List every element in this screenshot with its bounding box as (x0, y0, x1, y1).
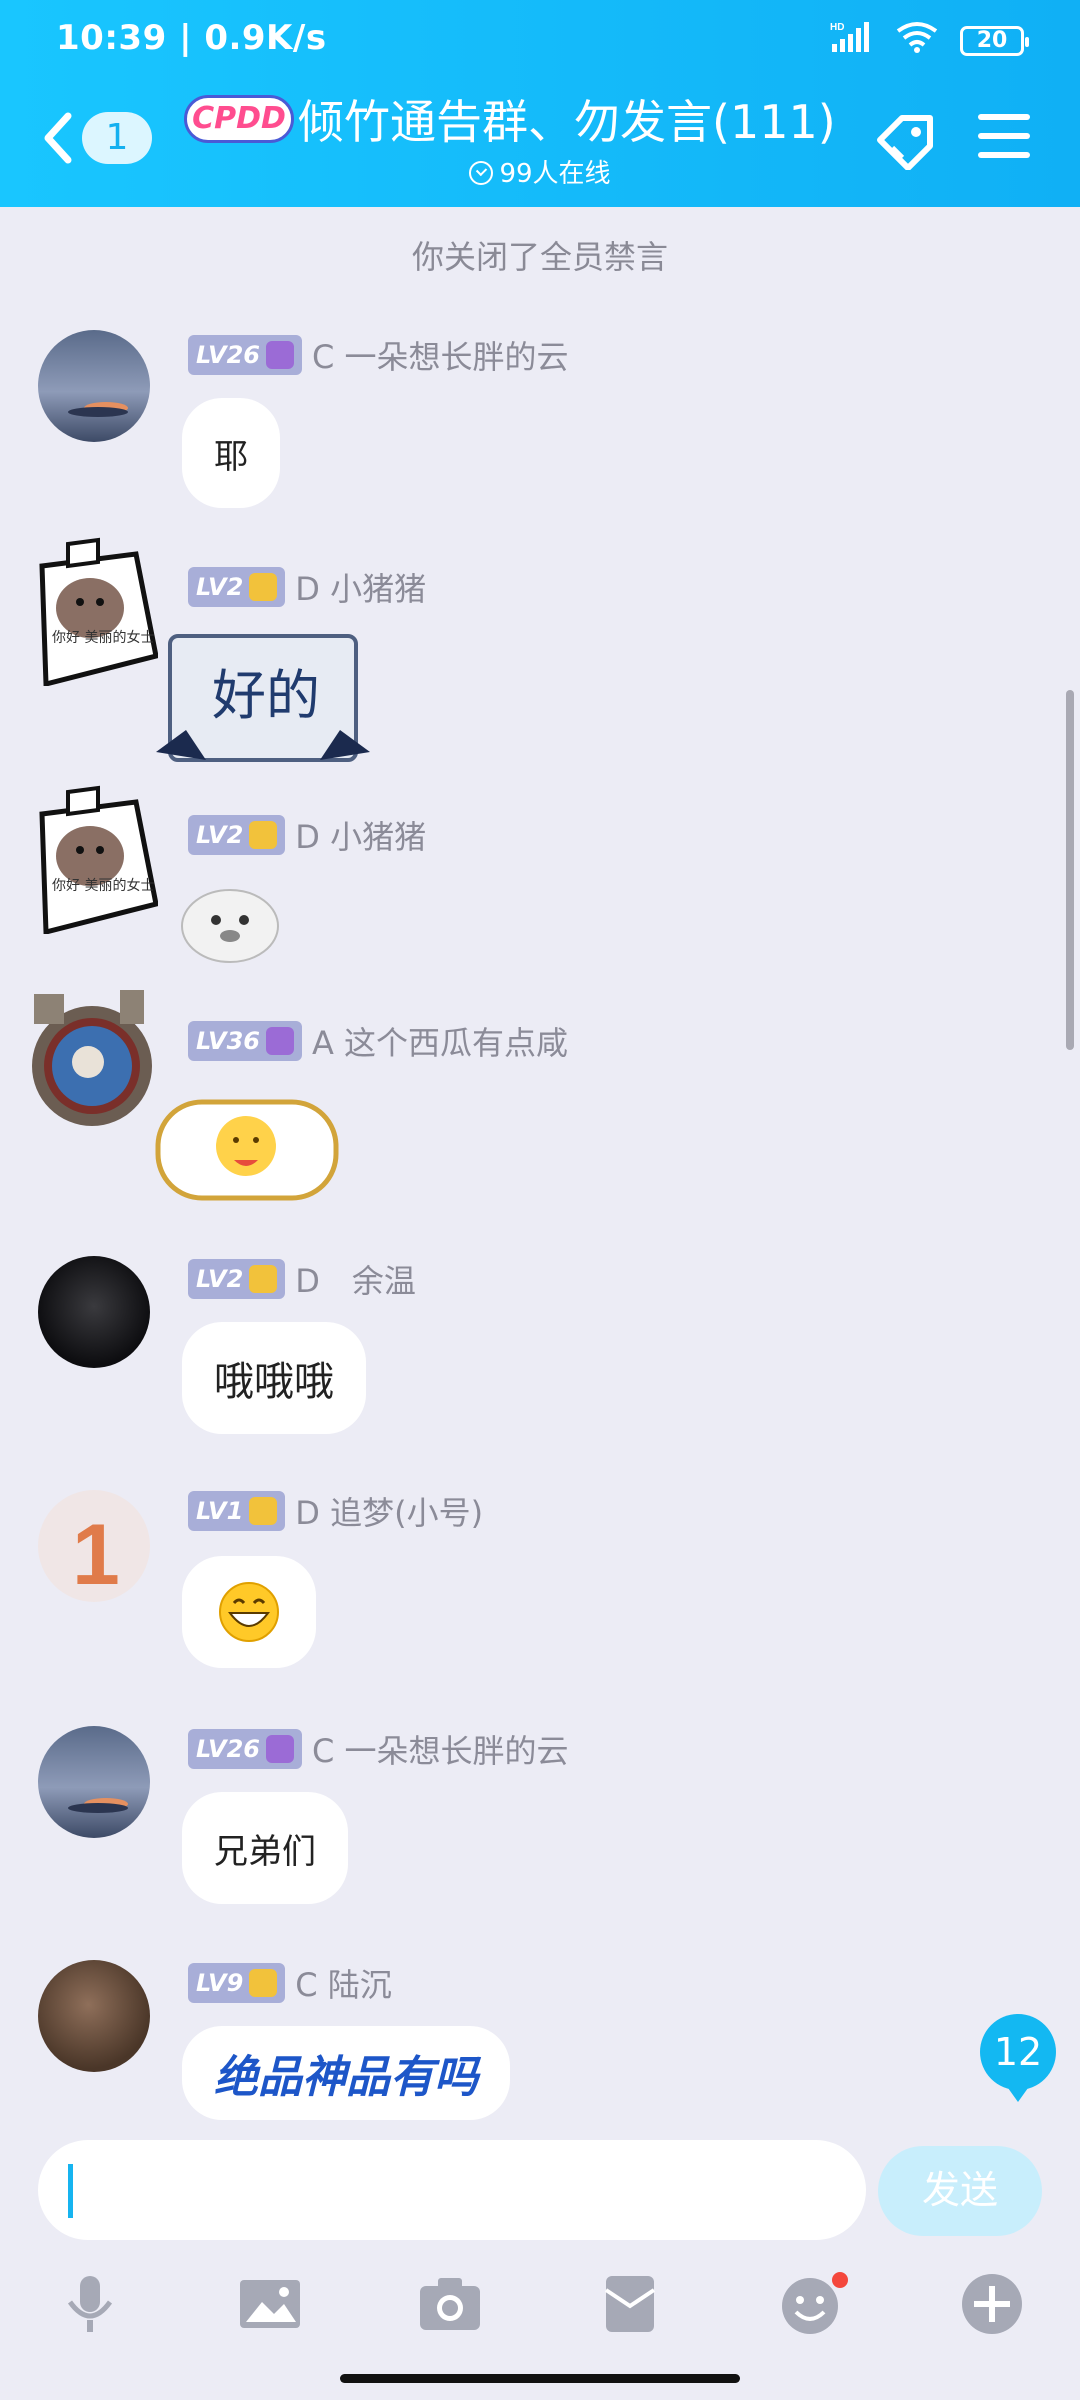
wifi-icon (896, 21, 938, 60)
sender-name[interactable]: C 一朵想长胖的云 (312, 332, 569, 378)
system-notice: 你关闭了全员禁言 (411, 238, 668, 276)
rank-icon (265, 1027, 294, 1055)
rank-icon (265, 1735, 294, 1763)
new-messages-badge[interactable]: 12 (980, 2014, 1056, 2102)
avatar[interactable] (38, 1726, 150, 1838)
sender-meta: LV1 D 追梦(小号) (188, 1490, 483, 1532)
signal-icon: HD (830, 20, 874, 61)
level-badge: LV2 (188, 815, 286, 855)
emoji-bubble[interactable] (150, 1082, 344, 1210)
grin-emoji-icon (219, 1582, 279, 1642)
message-bubble[interactable]: 耶 (182, 398, 280, 508)
online-count-label: 99人在线 (499, 159, 611, 189)
sender-meta: LV2 D 余温 (188, 1258, 416, 1300)
level-badge: LV2 (188, 1259, 286, 1299)
avatar[interactable] (38, 1256, 150, 1368)
avatar[interactable] (38, 330, 150, 442)
network-label: HD (830, 22, 844, 33)
message-bubble[interactable]: 兄弟们 (182, 1792, 348, 1904)
sender-meta: LV2 D 小猪猪 (188, 566, 426, 608)
level-badge: LV9 (188, 1963, 286, 2003)
battery-icon: 20 (960, 25, 1029, 56)
sender-meta: LV36 A 这个西瓜有点咸 (188, 1020, 568, 1062)
status-icons: HD 20 (830, 20, 1029, 61)
sender-meta: LV9 C 陆沉 (188, 1962, 392, 2004)
avatar-caption: 你好 美丽的女士 (52, 877, 154, 894)
menu-icon[interactable] (976, 110, 1032, 166)
sender-name[interactable]: D 追梦(小号) (295, 1488, 483, 1534)
sticker-text: 好的 (212, 664, 320, 727)
sender-meta: LV26 C 一朵想长胖的云 (188, 1728, 569, 1770)
image-icon[interactable] (238, 2272, 302, 2336)
flower-icon (249, 573, 278, 601)
avatar[interactable] (24, 984, 160, 1140)
sender-name[interactable]: A 这个西瓜有点咸 (312, 1018, 568, 1064)
svg-text:1: 1 (72, 1507, 120, 1602)
sticker-bear[interactable] (176, 880, 284, 966)
level-badge: LV36 (188, 1021, 302, 1061)
flower-icon (249, 1497, 278, 1525)
text-caret (68, 2164, 73, 2218)
level-badge: LV1 (188, 1491, 286, 1531)
sender-meta: LV2 D 小猪猪 (188, 814, 426, 856)
sender-name[interactable]: D 小猪猪 (295, 564, 426, 610)
send-button[interactable]: 发送 (878, 2146, 1042, 2236)
sender-name[interactable]: C 一朵想长胖的云 (312, 1726, 569, 1772)
input-toolbar (0, 2258, 1080, 2358)
status-time: 10:39 | 0.9K/s (56, 18, 327, 58)
message-bubble[interactable] (182, 1556, 316, 1668)
avatar[interactable]: 你好 美丽的女士 (28, 784, 159, 936)
rank-icon (265, 341, 294, 369)
emoji-icon[interactable] (778, 2272, 848, 2336)
red-packet-icon[interactable] (598, 2272, 662, 2336)
link-tag-icon[interactable] (872, 110, 938, 174)
group-title[interactable]: 倾竹通告群、勿发言(111) (298, 86, 836, 152)
sender-name[interactable]: D 小猪猪 (295, 812, 426, 858)
flower-icon (249, 821, 278, 849)
camera-icon[interactable] (418, 2272, 482, 2336)
sender-name[interactable]: C 陆沉 (295, 1960, 392, 2006)
level-badge: LV2 (188, 567, 286, 607)
sender-name[interactable]: D 余温 (295, 1256, 416, 1302)
compose-bar: 发送 (0, 2140, 1080, 2250)
plus-icon[interactable] (960, 2272, 1024, 2336)
avatar[interactable]: 你好 美丽的女士 (28, 536, 159, 688)
sender-meta: LV26 C 一朵想长胖的云 (188, 334, 569, 376)
message-bubble[interactable]: 哦哦哦 (182, 1322, 366, 1434)
message-input[interactable] (38, 2140, 866, 2240)
level-badge: LV26 (188, 1729, 302, 1769)
level-badge: LV26 (188, 335, 302, 375)
scrollbar[interactable] (1066, 690, 1074, 1050)
chat-header: 10:39 | 0.9K/s HD 20 1 CPDD 倾竹通告群、勿发言(11… (0, 0, 1080, 207)
flower-icon (249, 1969, 278, 1997)
message-bubble[interactable]: 绝品神品有吗 (182, 2026, 510, 2120)
avatar[interactable] (38, 1960, 150, 2072)
cpdd-logo: CPDD (184, 95, 294, 143)
online-check-icon (469, 161, 494, 185)
battery-level: 20 (976, 28, 1008, 53)
microphone-icon[interactable] (58, 2272, 122, 2336)
avatar[interactable]: 1 (38, 1490, 150, 1602)
sticker-ok[interactable]: 好的 (156, 622, 370, 774)
flower-icon (249, 1265, 278, 1293)
avatar-caption: 你好 美丽的女士 (52, 629, 154, 646)
home-indicator[interactable] (340, 2374, 740, 2383)
